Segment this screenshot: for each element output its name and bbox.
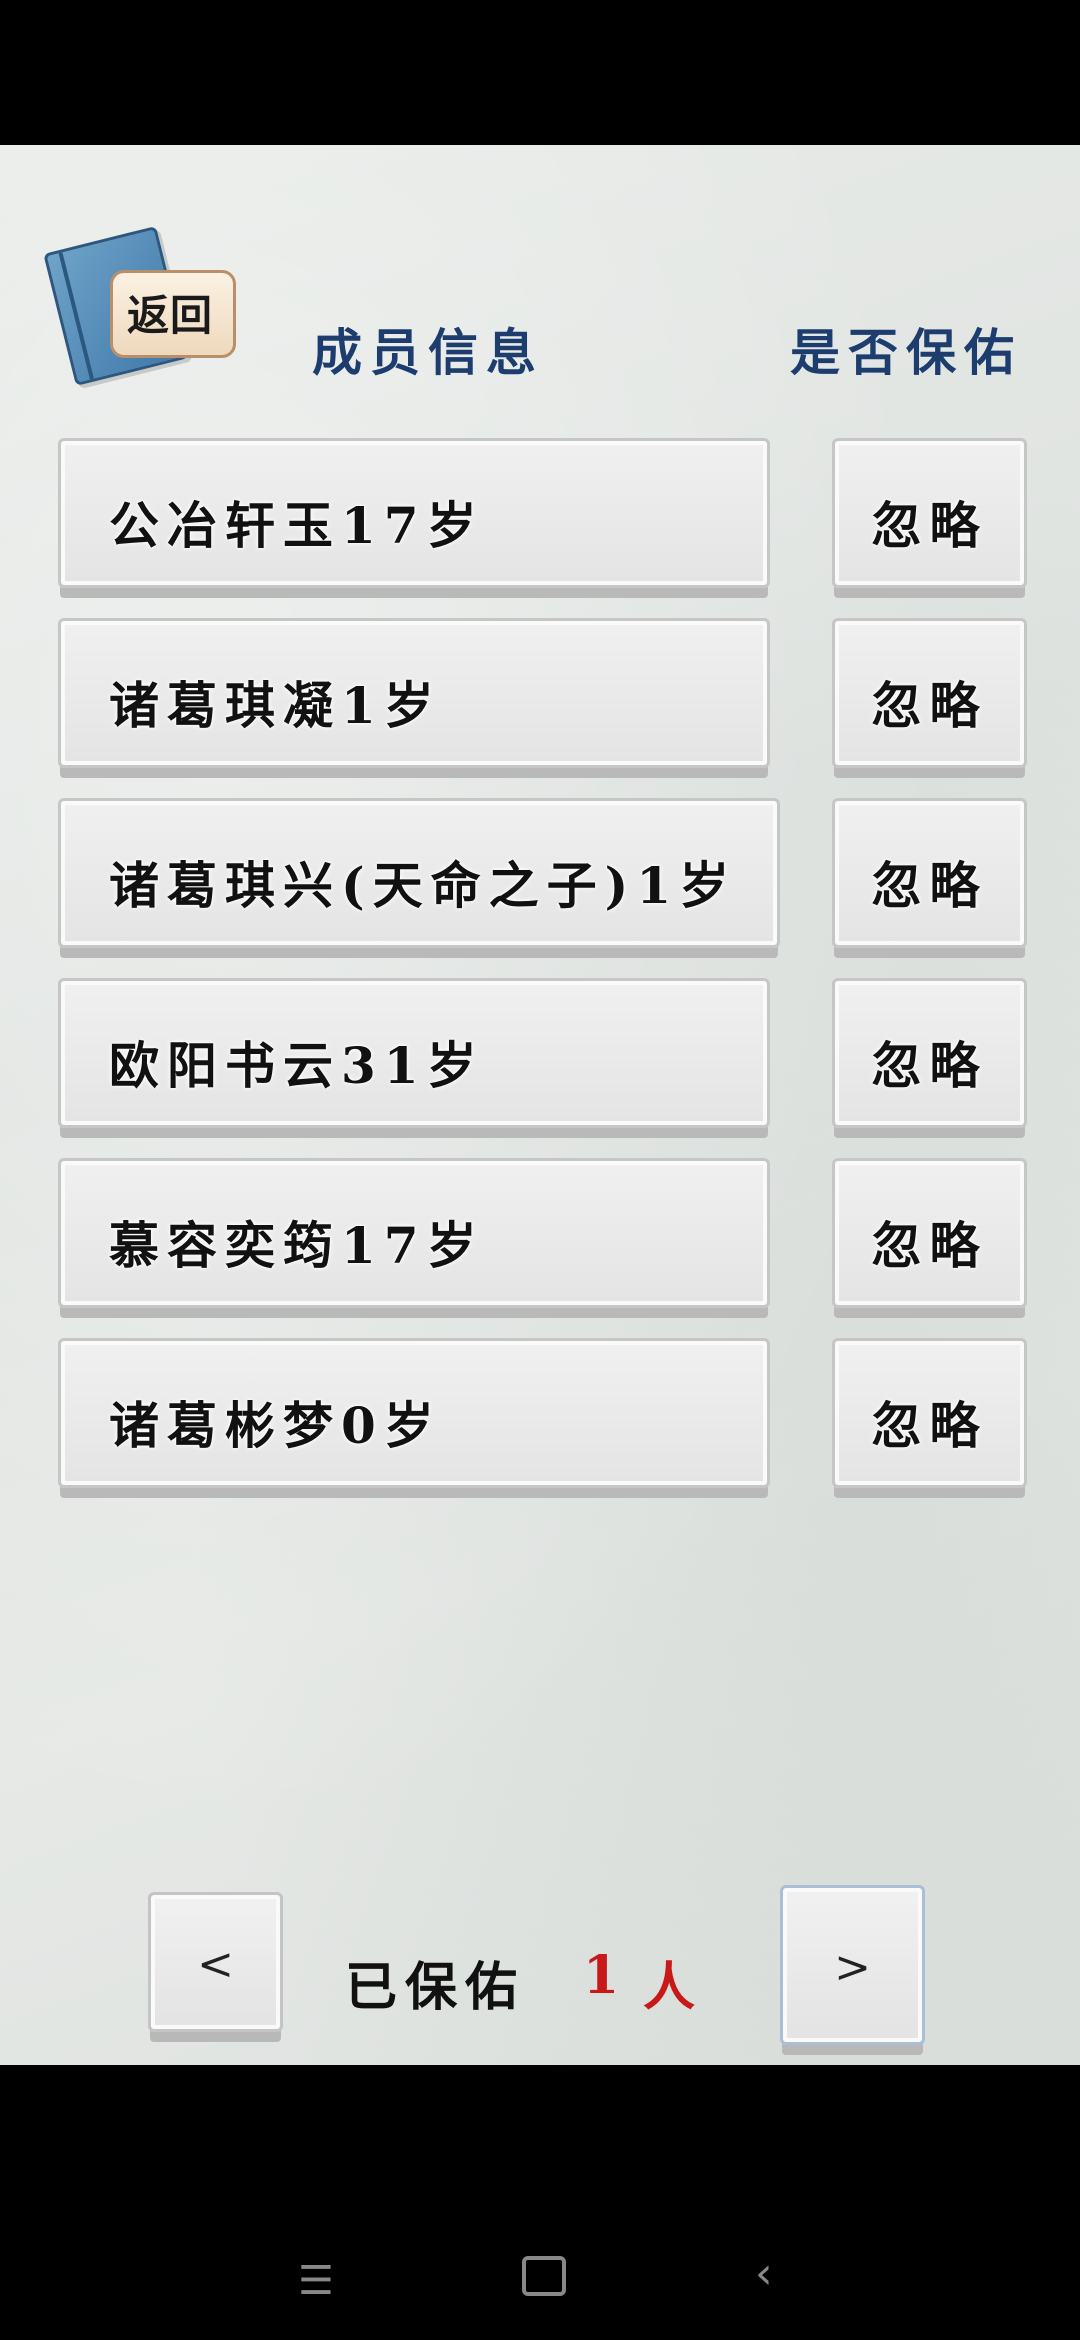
member-row: 慕容奕筠17岁 忽略 [0,1158,1080,1318]
ignore-button[interactable]: 忽略 [832,1338,1027,1488]
member-row: 欧阳书云31岁 忽略 [0,978,1080,1138]
member-label: 公冶轩玉17岁 [109,496,485,555]
member-row: 诸葛彬梦0岁 忽略 [0,1338,1080,1498]
game-screen: 返回 成员信息 是否保佑 公冶轩玉17岁 忽略 诸葛琪凝1岁 忽略 诸葛琪兴(天… [0,145,1080,2065]
ignore-button[interactable]: 忽略 [832,978,1027,1128]
menu-icon[interactable]: ☰ [298,2258,338,2304]
member-label: 诸葛琪凝1岁 [109,676,442,735]
ignore-button[interactable]: 忽略 [832,798,1027,948]
back-button[interactable]: 返回 [43,225,240,387]
ignore-label: 忽略 [871,1396,988,1455]
next-page-button[interactable]: > [780,1885,925,2045]
member-info-header: 成员信息 [312,323,544,382]
bless-header: 是否保佑 [790,323,1022,382]
ignore-button[interactable]: 忽略 [832,1158,1027,1308]
member-button[interactable]: 诸葛琪兴(天命之子)1岁 [58,798,780,948]
member-label: 欧阳书云31岁 [109,1036,485,1095]
member-label: 诸葛彬梦0岁 [109,1396,442,1455]
ignore-label: 忽略 [871,856,988,915]
member-row: 诸葛琪凝1岁 忽略 [0,618,1080,778]
blessed-label: 已保佑 [345,1957,526,2018]
member-button[interactable]: 诸葛彬梦0岁 [58,1338,770,1488]
status-bar [0,0,1080,145]
system-nav-bar [0,2065,1080,2340]
member-label: 诸葛琪兴(天命之子)1岁 [109,856,738,915]
prev-page-button[interactable]: < [148,1892,283,2032]
member-row: 诸葛琪兴(天命之子)1岁 忽略 [0,798,1080,958]
ignore-label: 忽略 [871,1036,988,1095]
ignore-label: 忽略 [871,496,988,555]
ignore-label: 忽略 [871,1216,988,1275]
home-icon[interactable] [522,2256,566,2296]
back-button-label: 返回 [126,291,213,340]
blessed-unit: 人 [643,1957,696,2018]
member-button[interactable]: 慕容奕筠17岁 [58,1158,770,1308]
member-row: 公冶轩玉17岁 忽略 [0,438,1080,598]
member-button[interactable]: 欧阳书云31岁 [58,978,770,1128]
ignore-label: 忽略 [871,676,988,735]
back-icon[interactable]: ‹ [755,2248,773,2299]
member-label: 慕容奕筠17岁 [109,1216,485,1275]
member-button[interactable]: 诸葛琪凝1岁 [58,618,770,768]
ignore-button[interactable]: 忽略 [832,618,1027,768]
blessed-count: 1 [583,1945,620,2006]
ignore-button[interactable]: 忽略 [832,438,1027,588]
member-button[interactable]: 公冶轩玉17岁 [58,438,770,588]
